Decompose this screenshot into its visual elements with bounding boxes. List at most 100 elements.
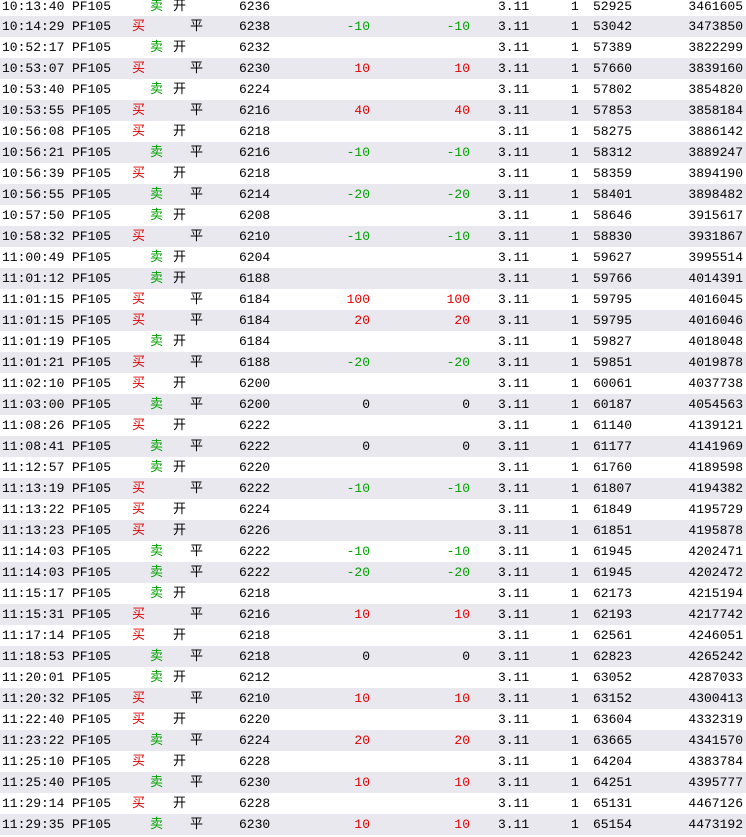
open-interest: 62173 xyxy=(592,586,632,601)
table-row[interactable]: 10:13:40 PF105 卖开 6236 3.11 1 52925 3461605 xyxy=(0,0,746,16)
table-row[interactable]: 10:14:29 PF105 买 平 6238 -10 -10 3.11 1 53042 34738… xyxy=(0,16,746,37)
trade-time: 11:13:23 xyxy=(2,523,65,538)
table-row[interactable]: 11:14:03 PF105 卖 平 6222 -10 -10 3.11 1 61945 42024… xyxy=(0,541,746,562)
table-row[interactable]: 11:29:14 PF105 买 开 6228 3.11 1 65131 4467126 xyxy=(0,793,746,814)
open-close-flag: 平 xyxy=(190,61,204,76)
trade-direction: 买 xyxy=(132,607,146,622)
volume-lots: 1 xyxy=(571,481,579,496)
table-row[interactable]: 11:18:53 PF105 卖 平 6218 0 0 3.11 1 62823 4265242 xyxy=(0,646,746,667)
table-row[interactable]: 10:56:21 PF105 卖 平 6216 -10 -10 3.11 1 58312 38892… xyxy=(0,142,746,163)
ratio-value: 3.11 xyxy=(498,124,530,139)
volume-lots: 1 xyxy=(571,208,579,223)
open-close-flag: 开 xyxy=(173,166,187,181)
ratio-value: 3.11 xyxy=(498,0,530,14)
table-row[interactable]: 11:01:12 PF105 卖开 6188 3.11 1 59766 4014391 xyxy=(0,268,746,289)
trade-direction: 卖 xyxy=(150,82,164,97)
table-row[interactable]: 11:13:23 PF105 买 开 6226 3.11 1 61851 4195878 xyxy=(0,520,746,541)
open-close-flag: 平 xyxy=(190,145,204,160)
trade-time: 11:02:10 xyxy=(2,376,65,391)
trade-price: 6204 xyxy=(239,250,271,265)
ratio-value: 3.11 xyxy=(498,355,530,370)
ratio-value: 3.11 xyxy=(498,691,530,706)
table-row[interactable]: 11:15:17 PF105 卖开 6218 3.11 1 62173 4215194 xyxy=(0,583,746,604)
trade-time: 10:13:40 xyxy=(2,0,65,14)
volume-lots: 1 xyxy=(571,166,579,181)
table-row[interactable]: 10:53:55 PF105 买 平 6216 40 40 3.11 1 57853 3858184 xyxy=(0,100,746,121)
table-row[interactable]: 11:17:14 PF105 买 开 6218 3.11 1 62561 4246051 xyxy=(0,625,746,646)
table-row[interactable]: 11:01:15 PF105 买 平 6184 20 20 3.11 1 59795 4016046 xyxy=(0,310,746,331)
table-row[interactable]: 11:13:22 PF105 买 开 6224 3.11 1 61849 4195729 xyxy=(0,499,746,520)
open-interest: 63665 xyxy=(592,733,632,748)
table-row[interactable]: 10:53:40 PF105 卖开 6224 3.11 1 57802 3854820 xyxy=(0,79,746,100)
table-row[interactable]: 11:01:21 PF105 买 平 6188 -20 -20 3.11 1 59851 40198… xyxy=(0,352,746,373)
trade-price: 6210 xyxy=(239,691,271,706)
trade-time: 11:20:32 xyxy=(2,691,65,706)
trade-time: 10:52:17 xyxy=(2,40,65,55)
trade-direction: 卖 xyxy=(150,649,164,664)
trade-direction: 卖 xyxy=(150,586,164,601)
contract-code: PF105 xyxy=(72,355,112,370)
trade-direction: 卖 xyxy=(150,40,164,55)
ratio-value: 3.11 xyxy=(498,607,530,622)
trade-price: 6218 xyxy=(239,166,271,181)
ratio-value: 3.11 xyxy=(498,502,530,517)
trade-direction: 卖 xyxy=(150,565,164,580)
ratio-value: 3.11 xyxy=(498,523,530,538)
table-row[interactable]: 11:13:19 PF105 买 平 6222 -10 -10 3.11 1 61807 41943… xyxy=(0,478,746,499)
trade-time: 11:22:40 xyxy=(2,712,65,727)
trade-price: 6228 xyxy=(239,754,271,769)
trade-price: 6218 xyxy=(239,124,271,139)
table-row[interactable]: 10:56:08 PF105 买 开 6218 3.11 1 58275 3886142 xyxy=(0,121,746,142)
volume-lots: 1 xyxy=(571,565,579,580)
trade-price: 6188 xyxy=(239,271,271,286)
table-row[interactable]: 11:20:32 PF105 买 平 6210 10 10 3.11 1 63152 4300413 xyxy=(0,688,746,709)
price-change: 0 xyxy=(362,397,370,412)
table-row[interactable]: 10:52:17 PF105 卖开 6232 3.11 1 57389 3822299 xyxy=(0,37,746,58)
table-row[interactable]: 11:25:10 PF105 买 开 6228 3.11 1 64204 4383784 xyxy=(0,751,746,772)
price-change-2: -10 xyxy=(446,229,470,244)
trade-time: 11:17:14 xyxy=(2,628,65,643)
table-row[interactable]: 11:02:10 PF105 买 开 6200 3.11 1 60061 4037738 xyxy=(0,373,746,394)
table-row[interactable]: 11:00:49 PF105 卖开 6204 3.11 1 59627 3995514 xyxy=(0,247,746,268)
table-row[interactable]: 10:53:07 PF105 买 平 6230 10 10 3.11 1 57660 3839160 xyxy=(0,58,746,79)
table-row[interactable]: 11:08:41 PF105 卖 平 6222 0 0 3.11 1 61177 4141969 xyxy=(0,436,746,457)
volume-lots: 1 xyxy=(571,397,579,412)
trade-direction: 买 xyxy=(132,502,146,517)
table-row[interactable]: 11:03:00 PF105 卖 平 6200 0 0 3.11 1 60187 4054563 xyxy=(0,394,746,415)
table-row[interactable]: 11:14:03 PF105 卖 平 6222 -20 -20 3.11 1 61945 42024… xyxy=(0,562,746,583)
table-row[interactable]: 11:25:40 PF105 卖 平 6230 10 10 3.11 1 64251 4395777 xyxy=(0,772,746,793)
ratio-value: 3.11 xyxy=(498,754,530,769)
table-row[interactable]: 11:01:15 PF105 买 平 6184 100 100 3.11 1 59795 40160… xyxy=(0,289,746,310)
open-interest: 61807 xyxy=(592,481,632,496)
table-row[interactable]: 11:22:40 PF105 买 开 6220 3.11 1 63604 4332319 xyxy=(0,709,746,730)
table-row[interactable]: 11:08:26 PF105 买 开 6222 3.11 1 61140 4139121 xyxy=(0,415,746,436)
table-row[interactable]: 10:58:32 PF105 买 平 6210 -10 -10 3.11 1 58830 39318… xyxy=(0,226,746,247)
price-change: 20 xyxy=(354,733,370,748)
table-row[interactable]: 10:56:55 PF105 卖 平 6214 -20 -20 3.11 1 58401 38984… xyxy=(0,184,746,205)
table-row[interactable]: 10:57:50 PF105 卖开 6208 3.11 1 58646 3915617 xyxy=(0,205,746,226)
price-change-2: 10 xyxy=(454,691,470,706)
table-row[interactable]: 11:01:19 PF105 卖开 6184 3.11 1 59827 4018048 xyxy=(0,331,746,352)
table-row[interactable]: 11:29:35 PF105 卖 平 6230 10 10 3.11 1 65154 4473192 xyxy=(0,814,746,835)
open-interest: 57802 xyxy=(592,82,632,97)
trade-time: 10:53:07 xyxy=(2,61,65,76)
total-volume: 4395777 xyxy=(688,775,743,790)
trade-direction: 卖 xyxy=(150,775,164,790)
contract-code: PF105 xyxy=(72,124,112,139)
contract-code: PF105 xyxy=(72,418,112,433)
open-close-flag: 开 xyxy=(173,523,187,538)
trade-time: 11:29:14 xyxy=(2,796,65,811)
table-row[interactable]: 11:15:31 PF105 买 平 6216 10 10 3.11 1 62193 4217742 xyxy=(0,604,746,625)
trade-price: 6226 xyxy=(239,523,271,538)
volume-lots: 1 xyxy=(571,733,579,748)
table-row[interactable]: 11:12:57 PF105 卖开 6220 3.11 1 61760 4189598 xyxy=(0,457,746,478)
trade-direction: 买 xyxy=(132,166,146,181)
open-close-flag: 平 xyxy=(190,313,204,328)
table-row[interactable]: 10:56:39 PF105 买 开 6218 3.11 1 58359 3894190 xyxy=(0,163,746,184)
trade-price: 6220 xyxy=(239,712,271,727)
table-row[interactable]: 11:23:22 PF105 卖 平 6224 20 20 3.11 1 63665 4341570 xyxy=(0,730,746,751)
trade-direction: 卖 xyxy=(150,334,164,349)
trade-direction: 买 xyxy=(132,523,146,538)
table-row[interactable]: 11:20:01 PF105 卖开 6212 3.11 1 63052 4287033 xyxy=(0,667,746,688)
volume-lots: 1 xyxy=(571,544,579,559)
